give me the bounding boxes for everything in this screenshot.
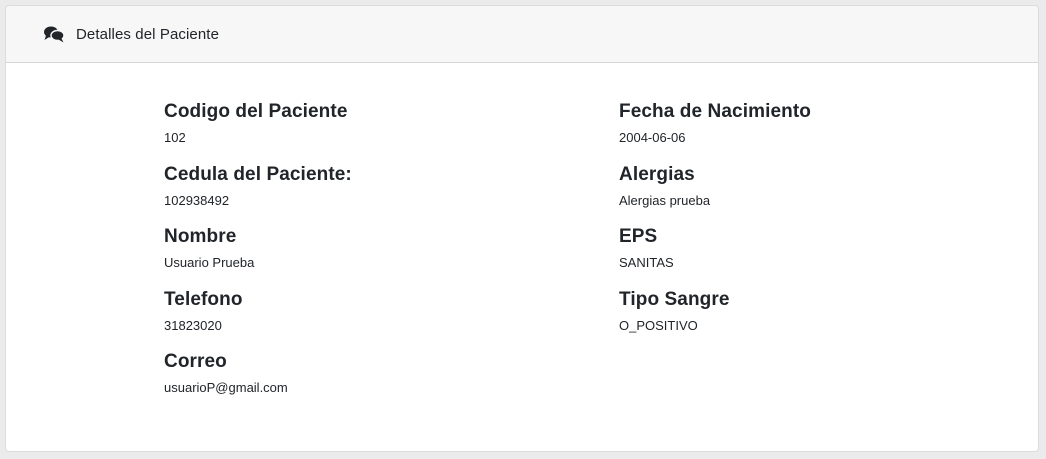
field-nombre: Nombre Usuario Prueba bbox=[164, 226, 352, 289]
field-eps: EPS SANITAS bbox=[619, 226, 811, 289]
patient-details-card: Detalles del Paciente Codigo del Pacient… bbox=[5, 5, 1039, 452]
field-label: Cedula del Paciente: bbox=[164, 163, 352, 185]
field-label: Nombre bbox=[164, 226, 237, 247]
field-value: usuarioP@gmail.com bbox=[164, 380, 288, 395]
right-column: Fecha de Nacimiento 2004-06-06 Alergias … bbox=[619, 101, 811, 351]
field-label: Fecha de Nacimiento bbox=[619, 101, 811, 122]
comments-icon bbox=[43, 25, 65, 43]
field-value: SANITAS bbox=[619, 255, 674, 270]
field-cedula: Cedula del Paciente: 102938492 bbox=[164, 164, 352, 227]
field-value: O_POSITIVO bbox=[619, 317, 698, 333]
field-value: Alergias prueba bbox=[619, 192, 711, 208]
field-value: 31823020 bbox=[164, 317, 222, 333]
field-label: Telefono bbox=[164, 288, 243, 310]
field-telefono: Telefono 31823020 bbox=[164, 289, 352, 352]
field-value: 102 bbox=[164, 130, 186, 145]
field-fecha-nacimiento: Fecha de Nacimiento 2004-06-06 bbox=[619, 101, 811, 164]
field-value: 102938492 bbox=[164, 192, 230, 208]
field-label: Alergias bbox=[619, 163, 695, 185]
field-correo: Correo usuarioP@gmail.com bbox=[164, 351, 352, 414]
left-column: Codigo del Paciente 102 Cedula del Pacie… bbox=[164, 101, 352, 414]
field-label: EPS bbox=[619, 226, 658, 247]
field-label: Correo bbox=[164, 351, 227, 372]
card-body: Codigo del Paciente 102 Cedula del Pacie… bbox=[6, 63, 1038, 451]
field-label: Tipo Sangre bbox=[619, 288, 730, 310]
field-value: 2004-06-06 bbox=[619, 130, 686, 145]
field-label: Codigo del Paciente bbox=[164, 101, 348, 122]
field-value: Usuario Prueba bbox=[164, 255, 255, 270]
field-codigo: Codigo del Paciente 102 bbox=[164, 101, 352, 164]
field-tipo-sangre: Tipo Sangre O_POSITIVO bbox=[619, 289, 811, 352]
card-header: Detalles del Paciente bbox=[6, 6, 1038, 63]
card-title: Detalles del Paciente bbox=[76, 25, 220, 43]
field-alergias: Alergias Alergias prueba bbox=[619, 164, 811, 227]
